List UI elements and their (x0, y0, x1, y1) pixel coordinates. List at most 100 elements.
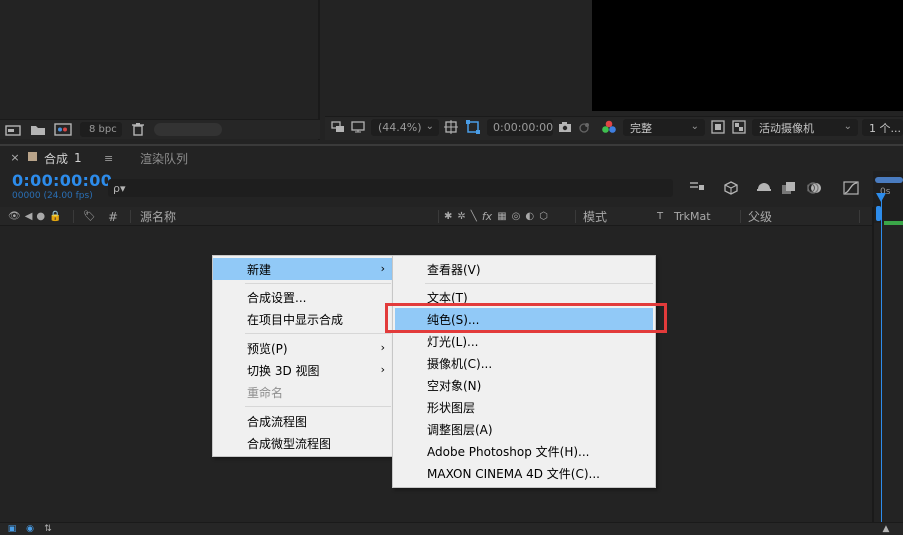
camera-dropdown[interactable]: 活动摄像机 ⌄ (752, 119, 858, 136)
column-divider (130, 210, 131, 223)
lock-icon[interactable]: 🔒 (49, 211, 61, 222)
close-icon[interactable]: × (9, 151, 21, 163)
menu-item-rename-label: 重命名 (247, 385, 284, 400)
quality-icon[interactable]: ╲ (471, 211, 477, 222)
parent-header[interactable]: 父级 (748, 207, 772, 226)
submenu-item-photoshop-file[interactable]: Adobe Photoshop 文件(H)... (393, 440, 655, 462)
layer-switches-header: ✱ ✲ ╲ fx ▦ ◎ ◐ ⬡ (444, 207, 548, 226)
effects-header[interactable]: fx (482, 210, 492, 223)
composition-canvas[interactable] (592, 0, 903, 111)
new-comp-icon[interactable] (53, 122, 73, 137)
transparency-grid-icon[interactable] (731, 119, 747, 135)
frame-blend-switch-icon[interactable]: ▦ (497, 211, 506, 222)
frame-blending-icon[interactable] (780, 179, 798, 197)
mode-header[interactable]: 模式 (583, 207, 607, 226)
eye-icon[interactable]: 👁 (8, 211, 21, 222)
draft-3d-icon[interactable] (722, 179, 740, 197)
interpret-footage-icon[interactable] (4, 122, 22, 137)
submenu-item-cinema4d-file[interactable]: MAXON CINEMA 4D 文件(C)... (393, 462, 655, 484)
trash-icon[interactable] (130, 121, 146, 137)
menu-item-switch-3d-view-label: 切换 3D 视图 (247, 363, 320, 378)
fit-grid-icon[interactable] (443, 119, 459, 135)
audio-icon[interactable]: ◀ (25, 211, 33, 222)
menu-item-comp-settings[interactable]: 合成设置... (213, 286, 393, 308)
menu-item-switch-3d-view[interactable]: 切换 3D 视图 › (213, 359, 393, 381)
search-icon: ρ▾ (113, 181, 126, 195)
mask-visibility-icon[interactable] (464, 119, 482, 135)
submenu-item-adjustment-layer-label: 调整图层(A) (427, 422, 493, 437)
folder-icon[interactable] (29, 122, 47, 137)
tab-render-queue[interactable]: 渲染队列 (140, 148, 188, 168)
menu-item-new[interactable]: 新建 › (213, 258, 393, 280)
comp-tab-color-swatch (28, 152, 37, 161)
submenu-item-adjustment-layer[interactable]: 调整图层(A) (393, 418, 655, 440)
timeline-splitter[interactable] (872, 207, 874, 525)
comp-mini-flowchart-icon[interactable] (688, 179, 706, 195)
layer-search-input[interactable]: ρ▾ (108, 179, 673, 197)
submenu-item-light[interactable]: 灯光(L)... (393, 330, 655, 352)
show-snapshot-icon[interactable] (577, 119, 593, 135)
menu-item-preview[interactable]: 预览(P) › (213, 337, 393, 359)
menu-item-comp-flowchart-label: 合成流程图 (247, 414, 308, 429)
submenu-item-viewer[interactable]: 查看器(V) (393, 258, 655, 280)
color-channels-icon[interactable] (600, 119, 618, 135)
trkmat-header[interactable]: TrkMat (674, 207, 711, 226)
layer-column-header: 👁 ◀ ● 🔒 🏷 # 源名称 ✱ ✲ ╲ fx ▦ ◎ ◐ ⬡ 模式 T Tr… (0, 207, 872, 226)
graph-editor-icon[interactable] (842, 179, 860, 197)
work-area-start-marker[interactable] (876, 206, 881, 221)
hamburger-icon[interactable]: ≡ (104, 148, 118, 168)
views-value: 1 个... (869, 121, 901, 135)
work-area-bar[interactable] (875, 177, 903, 183)
menu-item-comp-mini-flowchart-label: 合成微型流程图 (247, 436, 332, 451)
submenu-item-shape-layer-label: 形状图层 (427, 400, 476, 415)
submenu-item-light-label: 灯光(L)... (427, 334, 479, 349)
chevron-down-icon: ⌄ (690, 121, 699, 132)
preserve-transparency-header[interactable]: T (657, 207, 663, 226)
chevron-right-icon: › (380, 262, 385, 275)
bpc-button[interactable]: 8 bpc (80, 122, 122, 137)
menu-separator (245, 333, 391, 334)
monitor-icon[interactable] (350, 119, 366, 135)
context-menu: 新建 › 合成设置... 在项目中显示合成 预览(P) › 切换 3D 视图 ›… (212, 255, 394, 457)
menu-item-comp-settings-label: 合成设置... (247, 290, 307, 305)
layer-switches-toggle-icon[interactable]: ▣ (6, 524, 18, 535)
adjustment-layer-icon[interactable]: ◐ (525, 211, 534, 222)
motion-blur-switch-icon[interactable]: ◎ (512, 211, 521, 222)
tab-comp-1[interactable]: 合成 1 (44, 148, 82, 168)
snapshot-camera-icon[interactable] (557, 119, 573, 135)
hide-shy-layers-icon[interactable] (755, 179, 773, 197)
region-of-interest-icon[interactable] (710, 119, 726, 135)
submenu-item-cinema4d-file-label: MAXON CINEMA 4D 文件(C)... (427, 466, 600, 481)
column-divider (740, 210, 741, 223)
camera-value: 活动摄像机 (759, 121, 814, 135)
shy-icon[interactable]: ✱ (444, 211, 452, 222)
source-name-header[interactable]: 源名称 (140, 207, 176, 226)
menu-item-reveal-in-project[interactable]: 在项目中显示合成 (213, 308, 393, 330)
3d-layer-icon[interactable]: ⬡ (539, 211, 548, 222)
solo-icon[interactable]: ● (36, 211, 45, 222)
submenu-item-shape-layer[interactable]: 形状图层 (393, 396, 655, 418)
viewer-timecode[interactable]: 0:00:00:00 (487, 119, 553, 136)
in-out-toggle-icon[interactable]: ⇅ (42, 524, 54, 535)
tab-comp-label: 合成 (44, 151, 69, 166)
menu-item-comp-mini-flowchart[interactable]: 合成微型流程图 (213, 432, 393, 454)
av-switches-header: 👁 ◀ ● 🔒 (8, 207, 62, 226)
collapse-icon[interactable]: ✲ (457, 211, 465, 222)
submenu-item-camera[interactable]: 摄像机(C)... (393, 352, 655, 374)
submenu-item-null-object[interactable]: 空对象(N) (393, 374, 655, 396)
views-dropdown[interactable]: 1 个... (862, 119, 903, 136)
viewer-timecode-value: 0:00:00:00 (493, 121, 554, 134)
project-scrollbar[interactable] (154, 123, 222, 136)
chevron-down-icon: ⌄ (425, 121, 434, 132)
label-tag-icon[interactable]: 🏷 (83, 207, 96, 226)
motion-blur-icon[interactable] (806, 179, 824, 197)
always-preview-icon[interactable] (330, 119, 346, 135)
menu-item-comp-flowchart[interactable]: 合成流程图 (213, 410, 393, 432)
transfer-controls-toggle-icon[interactable]: ◉ (24, 524, 36, 535)
resolution-dropdown[interactable]: 完整 ⌄ (623, 119, 705, 136)
submenu-item-viewer-label: 查看器(V) (427, 262, 481, 277)
current-time-display[interactable]: 0:00:00:00 (12, 171, 112, 190)
column-divider (575, 210, 576, 223)
zoom-slider-icon[interactable]: ▲ (880, 524, 892, 535)
zoom-dropdown[interactable]: (44.4%) ⌄ (371, 119, 439, 136)
